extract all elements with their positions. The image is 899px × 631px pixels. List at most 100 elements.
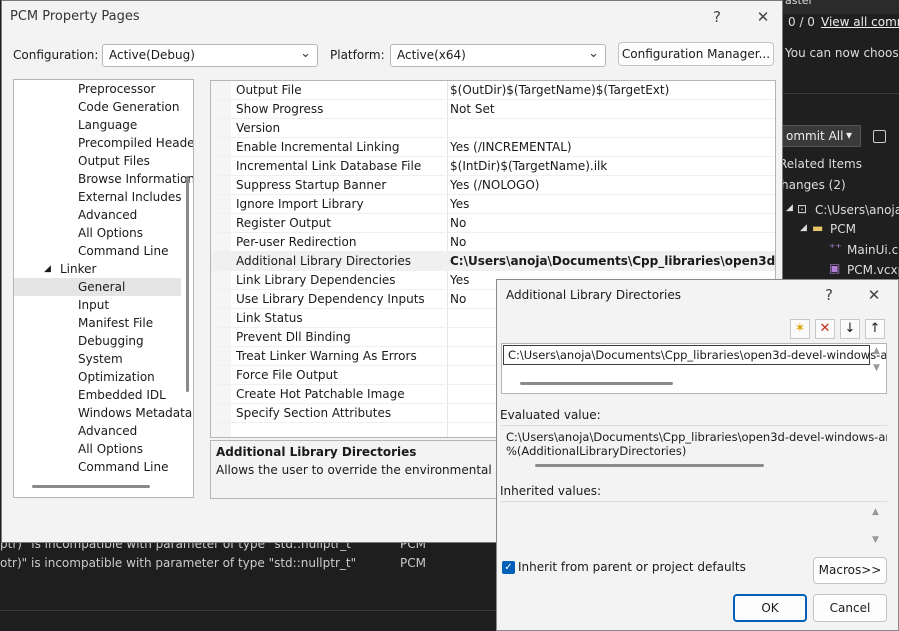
commit-all-button[interactable]: ommit All ▾ [781,125,861,147]
tree-horizontal-scrollbar[interactable] [32,485,150,488]
configuration-manager-button[interactable]: Configuration Manager... [618,42,774,66]
tree-item[interactable]: Command Line [78,242,169,260]
property-value: No [450,292,467,306]
error-row[interactable]: otr)" is incompatible with parameter of … [0,556,380,570]
tree-item[interactable]: Windows Metadata [78,404,192,422]
tree-item-linker[interactable]: Linker [60,260,96,278]
property-name: Suppress Startup Banner [236,178,387,192]
help-button[interactable]: ? [707,7,727,27]
inherited-values-label: Inherited values: [500,484,601,498]
tree-item[interactable]: Advanced [78,206,137,224]
property-name: Additional Library Directories [236,254,412,268]
delete-icon[interactable]: ✕ [815,319,835,339]
tree-item[interactable]: All Options [78,224,143,242]
property-row[interactable]: Incremental Link Database File $(IntDir)$… [211,157,775,176]
property-row[interactable]: Version [211,119,775,138]
file-item[interactable]: PCM.vcxp [847,263,899,277]
property-row[interactable]: Per-user Redirection No [211,233,775,252]
close-button[interactable]: ✕ [864,285,884,305]
directory-entry[interactable]: C:\Users\anoja\Documents\Cpp_libraries\o… [503,345,886,365]
tree-item[interactable]: Code Generation [78,98,179,116]
ok-button[interactable]: OK [733,594,807,622]
horizontal-scrollbar[interactable] [520,382,673,385]
property-value: $(OutDir)$(TargetName)$(TargetExt) [450,83,670,97]
scroll-up-icon[interactable]: ▲ [873,346,880,356]
folder-name[interactable]: PCM [830,222,856,236]
property-row[interactable]: Ignore Import Library Yes [211,195,775,214]
scroll-down-icon[interactable]: ▼ [873,363,880,373]
tree-item[interactable]: Embedded IDL [78,386,166,404]
property-name: Treat Linker Warning As Errors [236,349,417,363]
property-value: $(IntDir)$(TargetName).ilk [450,159,608,173]
property-row[interactable]: Show Progress Not Set [211,100,775,119]
property-name: Enable Incremental Linking [236,140,400,154]
property-name: Prevent Dll Binding [236,330,351,344]
cancel-button[interactable]: Cancel [813,594,887,622]
arrow-down-icon[interactable]: ↓ [840,319,860,339]
expand-icon[interactable]: ◢ [800,223,807,233]
inherit-checkbox-label: Inherit from parent or project defaults [518,560,746,574]
tree-item[interactable]: Advanced [78,422,137,440]
tree-item[interactable]: Output Files [78,152,150,170]
expand-icon[interactable]: ◢ [786,203,793,213]
property-name: Link Status [236,311,303,325]
property-row[interactable]: Suppress Startup Banner Yes (/NOLOGO) [211,176,775,195]
tree-item[interactable]: Precompiled Heade [78,134,193,152]
tree-item-general[interactable]: General [78,278,125,296]
property-name: Per-user Redirection [236,235,357,249]
scroll-up-icon[interactable]: ▲ [872,507,879,517]
collapse-icon[interactable]: ◢ [44,260,51,278]
property-value: Yes (/NOLOGO) [450,178,540,192]
tree-item[interactable]: Command Line [78,458,169,476]
property-row[interactable]: Output File $(OutDir)$(TargetName)$(Targe… [211,81,775,100]
horizontal-scrollbar[interactable] [535,464,764,467]
branch-label: aster [785,0,814,7]
configuration-select[interactable]: Active(Debug) ⌄ [102,44,318,67]
inherited-values-box: ▲ ▼ [501,501,887,549]
amend-checkbox[interactable] [873,130,886,143]
tree-item[interactable]: System [78,350,123,368]
tree-item[interactable]: Manifest File [78,314,153,332]
tree-vertical-scrollbar[interactable] [186,176,189,392]
help-button[interactable]: ? [819,285,839,305]
commit-count: 0 / 0 [788,15,815,29]
property-name: Incremental Link Database File [236,159,422,173]
tree-item[interactable]: All Options [78,440,143,458]
folder-icon: ▬ [812,221,824,235]
configuration-label: Configuration: [13,48,99,62]
divider [0,610,496,611]
tree-item[interactable]: Preprocessor [78,80,155,98]
macros-button[interactable]: Macros>> [813,557,887,584]
error-project: PCM [400,556,426,570]
directory-list: C:\Users\anoja\Documents\Cpp_libraries\o… [501,343,887,394]
inherit-checkbox[interactable]: ✓ [502,561,515,574]
tree-path[interactable]: C:\Users\anoja\ [815,203,899,217]
property-value: No [450,235,467,249]
tree-item[interactable]: Language [78,116,137,134]
tree-item[interactable]: Input [78,296,109,314]
tree-item[interactable]: Optimization [78,368,155,386]
scroll-down-icon[interactable]: ▼ [872,535,879,545]
evaluated-value-box: C:\Users\anoja\Documents\Cpp_libraries\o… [501,425,887,473]
tree-item[interactable]: External Includes [78,188,182,206]
view-all-link[interactable]: View all comm [821,15,899,29]
property-name: Version [236,121,281,135]
repo-icon: ⊡ [797,202,808,216]
property-name: Ignore Import Library [236,197,364,211]
additional-library-directories-dialog: Additional Library Directories ? ✕ ✶ ✕ ↓… [496,279,899,631]
tree-item[interactable]: Browse Information [78,170,193,188]
property-row[interactable]: Register Output No [211,214,775,233]
property-row-selected[interactable]: Additional Library Directories C:\Users\a… [211,252,775,271]
property-row[interactable]: Enable Incremental Linking Yes (/INCREMEN… [211,138,775,157]
arrow-up-icon[interactable]: ↑ [865,319,885,339]
tree-item[interactable]: Debugging [78,332,144,350]
property-name: Create Hot Patchable Image [236,387,405,401]
cpp-file-icon: ⁺⁺ [829,241,842,255]
property-tree: Preprocessor Code Generation Language Pr… [13,79,194,498]
property-name: Force File Output [236,368,338,382]
new-line-icon[interactable]: ✶ [790,319,810,339]
platform-select[interactable]: Active(x64) ⌄ [390,44,606,67]
close-button[interactable]: ✕ [753,7,773,27]
file-item[interactable]: MainUi.cp [847,243,899,257]
project-file-icon: ▣ [829,261,841,275]
